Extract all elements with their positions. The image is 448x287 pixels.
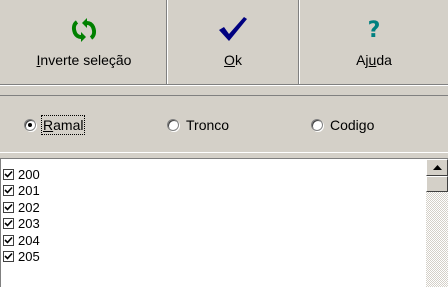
item-value: 205 — [18, 249, 40, 265]
list-item[interactable]: 202 — [3, 199, 40, 216]
invert-selection-label: Inverte seleção — [36, 52, 132, 68]
checkmark-icon — [218, 2, 248, 42]
radio-codigo-label: Codigo — [330, 117, 375, 133]
item-value: 204 — [18, 232, 40, 248]
ok-label: Ok — [224, 52, 242, 68]
extension-checklist[interactable]: 200 201 202 203 204 205 — [0, 158, 448, 287]
item-value: 203 — [18, 216, 40, 232]
arrow-up-icon — [432, 165, 442, 170]
vertical-scrollbar[interactable] — [426, 159, 448, 287]
radio-ramal[interactable]: Ramal — [24, 115, 86, 135]
radio-tronco[interactable]: Tronco — [167, 115, 229, 135]
invert-selection-button[interactable]: Inverte seleção — [2, 0, 166, 84]
list-item[interactable]: 203 — [3, 216, 40, 233]
item-checkbox[interactable] — [3, 234, 14, 246]
list-item[interactable]: 200 — [3, 166, 40, 183]
item-value: 202 — [18, 199, 40, 215]
item-checkbox[interactable] — [3, 201, 14, 213]
svg-text:?: ? — [368, 18, 381, 42]
item-value: 201 — [18, 183, 40, 199]
item-checkbox[interactable] — [3, 218, 14, 230]
radio-ramal-label: Ramal — [40, 115, 86, 135]
scroll-thumb[interactable] — [426, 176, 448, 192]
item-value: 200 — [18, 166, 40, 182]
toolbar: Inverte seleção Ok ? Ajuda — [0, 0, 448, 84]
item-checkbox[interactable] — [3, 251, 14, 263]
list-item[interactable]: 205 — [3, 249, 40, 266]
item-checkbox[interactable] — [3, 185, 14, 197]
item-checkbox[interactable] — [3, 168, 14, 180]
radio-codigo[interactable]: Codigo — [311, 115, 374, 135]
list-item[interactable]: 201 — [3, 183, 40, 200]
search-type-radio-group: Ramal Tronco Codigo — [0, 95, 448, 153]
radio-tronco-label: Tronco — [186, 117, 230, 133]
scroll-up-button[interactable] — [426, 159, 448, 176]
list-item[interactable]: 204 — [3, 232, 40, 249]
ok-button[interactable]: Ok — [168, 0, 298, 84]
refresh-icon — [71, 2, 97, 42]
question-icon: ? — [365, 2, 383, 42]
radio-ramal-circle[interactable] — [24, 119, 36, 131]
radio-tronco-circle[interactable] — [167, 119, 179, 131]
help-button[interactable]: ? Ajuda — [300, 0, 448, 84]
toolbar-divider — [0, 84, 448, 86]
help-label: Ajuda — [356, 52, 392, 68]
radio-codigo-circle[interactable] — [311, 119, 323, 131]
